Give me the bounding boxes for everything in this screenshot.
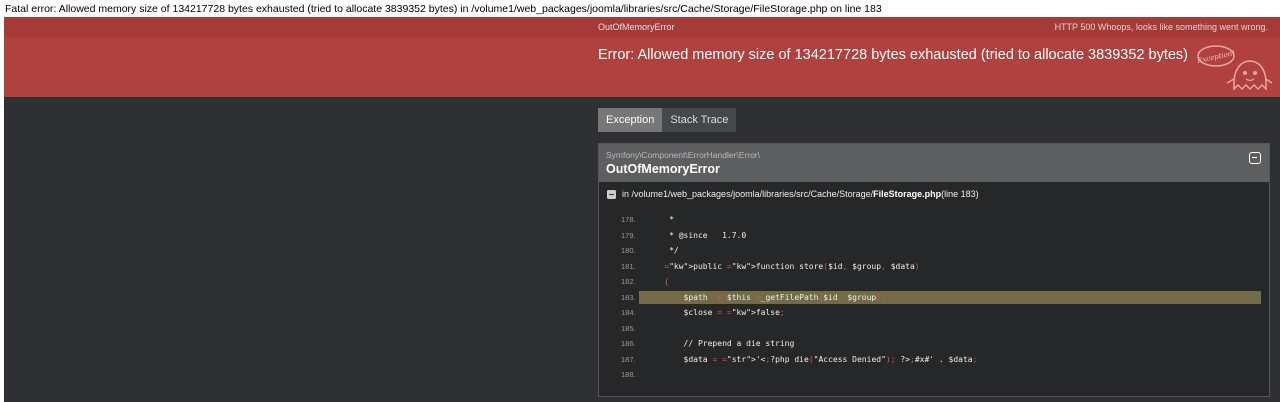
tab-exception[interactable]: Exception xyxy=(598,108,663,132)
code-line: 182. { xyxy=(599,274,1269,290)
code-text: $close = ="kw">false; xyxy=(645,308,785,317)
line-number: 188. xyxy=(621,370,636,379)
line-number: 187. xyxy=(621,354,636,364)
line-number: 182. xyxy=(621,277,636,286)
line-number: 178. xyxy=(621,215,636,224)
code-line: 178. * xyxy=(599,212,1269,228)
line-number: 185. xyxy=(621,323,636,333)
line-number: 184. xyxy=(621,308,636,317)
exception-namespace: Symfony\Component\ErrorHandler\Error\ xyxy=(606,150,761,160)
exception-class: OutOfMemoryError xyxy=(606,162,720,176)
fatal-prefix: Fatal error xyxy=(5,3,54,15)
ghost-exception-icon: Exception! xyxy=(1196,45,1272,91)
file-name: FileStorage.php xyxy=(873,189,942,199)
code-line: 186. // Prepend a die string xyxy=(599,336,1269,352)
fatal-line-number: 183 xyxy=(864,3,882,15)
code-text: */ xyxy=(645,246,679,255)
code-text: ="kw">public ="kw">function store($id, $… xyxy=(664,261,920,271)
code-snippet: 178. * 179. * @since 1.7.0 180. */181. ="k… xyxy=(599,212,1269,383)
line-number: 186. xyxy=(621,339,636,348)
exception-header: Error: Allowed memory size of 134217728 … xyxy=(4,37,1280,97)
fatal-text: : Allowed memory size of 134217728 bytes… xyxy=(53,3,472,15)
exception-top-bar: OutOfMemoryError HTTP 500 Whoops, looks … xyxy=(4,17,1280,37)
code-line: 179. * @since 1.7.0 xyxy=(599,228,1269,244)
code-text: { xyxy=(664,277,670,286)
code-line: 184. $close = ="kw">false; xyxy=(599,305,1269,321)
code-line: 185. xyxy=(599,321,1269,337)
code-text: $path = $this->_getFilePath($id, $group)… xyxy=(645,292,886,302)
file-suffix: (line 183) xyxy=(941,189,979,199)
fatal-on-line: on line xyxy=(827,3,865,15)
code-line: 180. */ xyxy=(599,243,1269,259)
tab-stack-trace[interactable]: Stack Trace xyxy=(662,108,737,132)
code-text: $data = ="str">'<;?php die("Access Denie… xyxy=(645,354,978,364)
fatal-path: /volume1/web_packages/joomla/libraries/s… xyxy=(471,3,828,15)
code-line: 183. $path = $this->_getFilePath($id, $g… xyxy=(599,290,1269,306)
line-number: 183. xyxy=(621,292,636,302)
line-number: 181. xyxy=(621,261,636,271)
code-line: 187. $data = ="str">'<;?php die("Access … xyxy=(599,352,1269,368)
exception-tabs: Exception Stack Trace xyxy=(598,108,737,132)
fatal-error-message: Fatal error: Allowed memory size of 1342… xyxy=(5,3,882,15)
error-page: OutOfMemoryError HTTP 500 Whoops, looks … xyxy=(4,17,1280,402)
exception-class-label: OutOfMemoryError xyxy=(598,22,675,32)
code-line: 181. ="kw">public ="kw">function store($… xyxy=(599,259,1269,275)
exception-message: Error: Allowed memory size of 134217728 … xyxy=(598,47,1189,63)
code-text: // Prepend a die string xyxy=(645,339,795,348)
file-prefix: in /volume1/web_packages/joomla/librarie… xyxy=(622,189,874,199)
toggle-code-icon[interactable] xyxy=(607,189,616,199)
line-number: 180. xyxy=(621,246,636,255)
code-text: * @since 1.7.0 xyxy=(645,230,747,240)
trace-file-location: in /volume1/web_packages/joomla/librarie… xyxy=(607,189,979,199)
http-status: HTTP 500 Whoops, looks like something we… xyxy=(1054,22,1268,32)
code-text: * xyxy=(645,215,674,224)
collapse-icon[interactable] xyxy=(1249,152,1261,164)
trace-panel: Symfony\Component\ErrorHandler\Error\ Ou… xyxy=(598,143,1270,397)
trace-header: Symfony\Component\ErrorHandler\Error\ Ou… xyxy=(599,144,1269,182)
line-number: 179. xyxy=(621,230,636,240)
code-line: 188. xyxy=(599,367,1269,383)
